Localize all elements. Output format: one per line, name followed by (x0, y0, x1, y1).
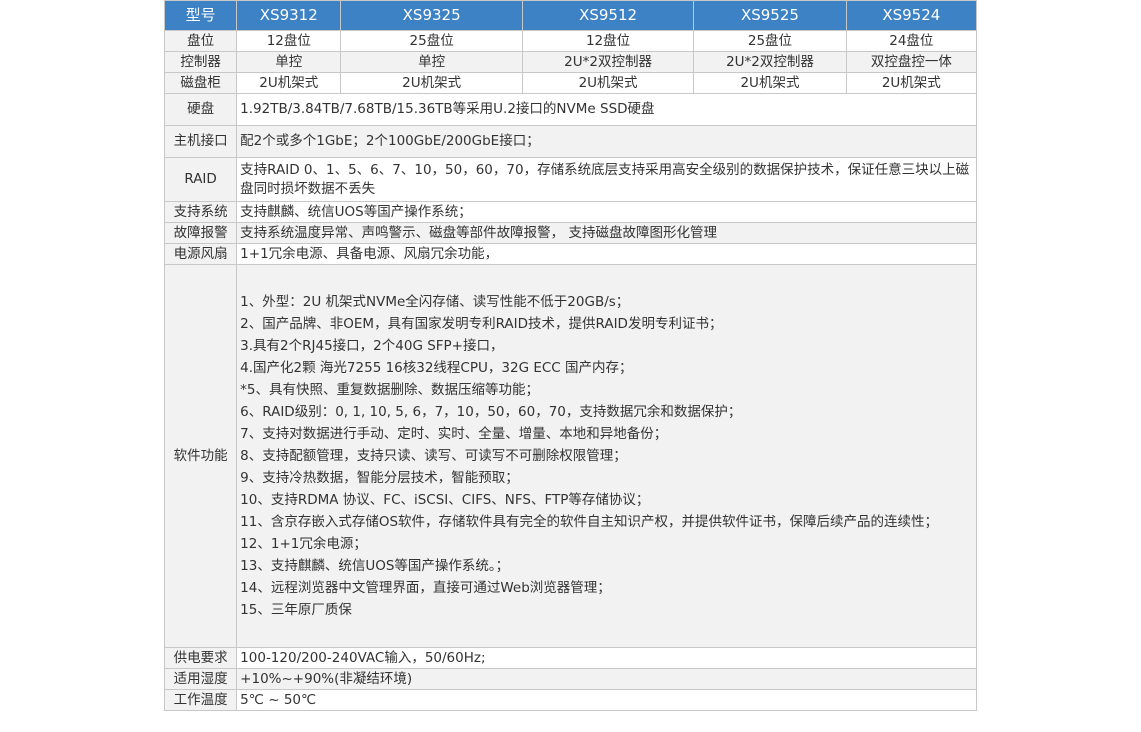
humidity-value: +10%~+90%(非凝结环境) (236, 668, 977, 690)
model-header: XS9525 (693, 0, 847, 31)
disk-value: 1.92TB/3.84TB/7.68TB/15.36TB等采用U.2接口的NVM… (236, 93, 977, 126)
list-item: 3.具有2个RJ45接口，2个40G SFP+接口， (240, 338, 504, 354)
table-cell: 25盘位 (693, 30, 847, 52)
list-item: 8、支持配额管理，支持只读、读写、可读写不可删除权限管理； (240, 448, 627, 464)
software-list: 1、外型：2U 机架式NVMe全闪存储、读写性能不低于20GB/s； 2、国产品… (240, 283, 973, 629)
list-item: 7、支持对数据进行手动、定时、实时、全量、增量、本地和异地备份； (240, 426, 668, 442)
list-item: 12、1+1冗余电源； (240, 536, 367, 552)
row-label: 支持系统 (163, 201, 238, 223)
list-item: 15、三年原厂质保 (240, 602, 352, 618)
os-support-value: 支持麒麟、统信UOS等国产操作系统； (236, 201, 977, 223)
table-row: 软件功能 1、外型：2U 机架式NVMe全闪存储、读写性能不低于20GB/s； … (163, 264, 977, 648)
table-cell: 2U机架式 (521, 72, 695, 94)
row-label: 控制器 (163, 51, 238, 73)
power-supply-value: 100-120/200-240VAC输入，50/60Hz; (236, 647, 977, 669)
temperature-value: 5℃ ~ 50℃ (236, 689, 977, 711)
table-cell: 12盘位 (521, 30, 695, 52)
table-row: RAID 支持RAID 0、1、5、6、7、10，50，60，70，存储系统底层… (163, 157, 977, 202)
table-row: 磁盘柜 2U机架式 2U机架式 2U机架式 2U机架式 2U机架式 (163, 72, 978, 94)
list-item: 13、支持麒麟、统信UOS等国产操作系统。； (240, 558, 510, 574)
model-header: XS9325 (340, 0, 523, 31)
row-label: 适用湿度 (163, 668, 238, 690)
table-row: 工作温度 5℃ ~ 50℃ (163, 689, 977, 711)
host-interface-value: 配2个或多个1GbE；2个100GbE/200GbE接口； (236, 125, 977, 158)
table-row: 供电要求 100-120/200-240VAC输入，50/60Hz; (163, 647, 977, 669)
list-item: 6、RAID级别：0, 1, 10, 5, 6，7，10，50，60，70，支持… (240, 404, 742, 420)
list-item: 11、含京存嵌入式存储OS软件，存储软件具有完全的软件自主知识产权，并提供软件证… (240, 514, 939, 530)
table-cell: 单控 (236, 51, 342, 73)
list-item: 10、支持RDMA 协议、FC、iSCSI、CIFS、NFS、FTP等存储协议； (240, 492, 650, 508)
table-cell: 12盘位 (236, 30, 342, 52)
model-header: XS9512 (521, 0, 695, 31)
row-label: 软件功能 (163, 264, 238, 648)
row-label: 主机接口 (163, 125, 238, 158)
raid-value: 支持RAID 0、1、5、6、7、10，50，60，70，存储系统底层支持采用高… (236, 157, 977, 202)
fault-alarm-value: 支持系统温度异常、声鸣警示、磁盘等部件故障报警， 支持磁盘故障图形化管理 (236, 222, 977, 244)
table-cell: 2U*2双控制器 (693, 51, 847, 73)
row-label: RAID (163, 157, 238, 202)
row-label: 盘位 (163, 30, 238, 52)
row-label: 故障报警 (163, 222, 238, 244)
list-item: 2、国产品牌、非OEM，具有国家发明专利RAID技术，提供RAID发明专利证书； (240, 316, 723, 332)
table-row: 控制器 单控 单控 2U*2双控制器 2U*2双控制器 双控盘控一体 (163, 51, 978, 73)
table-row: 电源风扇 1+1冗余电源、具备电源、风扇冗余功能， (163, 243, 977, 265)
row-label: 硬盘 (163, 93, 238, 126)
table-row: 盘位 12盘位 25盘位 12盘位 25盘位 24盘位 (163, 30, 978, 52)
table-cell: 2U机架式 (236, 72, 342, 94)
row-label: 电源风扇 (163, 243, 238, 265)
table-row: 支持系统 支持麒麟、统信UOS等国产操作系统； (163, 201, 977, 223)
list-item: 4.国产化2颗 海光7255 16核32线程CPU，32G ECC 国产内存； (240, 360, 633, 376)
table-header-row: 型号 XS9312 XS9325 XS9512 XS9525 XS9524 (163, 0, 978, 31)
table-cell: 25盘位 (340, 30, 523, 52)
list-item: *5、具有快照、重复数据删除、数据压缩等功能； (240, 382, 540, 398)
table-row: 适用湿度 +10%~+90%(非凝结环境) (163, 668, 977, 690)
table-row: 硬盘 1.92TB/3.84TB/7.68TB/15.36TB等采用U.2接口的… (163, 93, 977, 126)
row-label: 供电要求 (163, 647, 238, 669)
table-cell: 双控盘控一体 (845, 51, 978, 73)
model-header: XS9312 (236, 0, 342, 31)
table-cell: 2U机架式 (845, 72, 978, 94)
list-item: 14、远程浏览器中文管理界面，直接可通过Web浏览器管理； (240, 580, 611, 596)
table-cell: 2U机架式 (340, 72, 523, 94)
table-cell: 24盘位 (845, 30, 978, 52)
table-row: 故障报警 支持系统温度异常、声鸣警示、磁盘等部件故障报警， 支持磁盘故障图形化管… (163, 222, 977, 244)
list-item: 9、支持冷热数据，智能分层技术，智能预取； (240, 470, 519, 486)
list-item: 1、外型：2U 机架式NVMe全闪存储、读写性能不低于20GB/s； (240, 294, 630, 310)
table-row: 主机接口 配2个或多个1GbE；2个100GbE/200GbE接口； (163, 125, 977, 158)
model-header: XS9524 (845, 0, 978, 31)
spec-table: 型号 XS9312 XS9325 XS9512 XS9525 XS9524 盘位… (163, 0, 978, 711)
row-label: 工作温度 (163, 689, 238, 711)
header-label: 型号 (163, 0, 238, 31)
software-features: 1、外型：2U 机架式NVMe全闪存储、读写性能不低于20GB/s； 2、国产品… (236, 264, 977, 648)
table-cell: 单控 (340, 51, 523, 73)
table-cell: 2U*2双控制器 (521, 51, 695, 73)
power-fan-value: 1+1冗余电源、具备电源、风扇冗余功能， (236, 243, 977, 265)
row-label: 磁盘柜 (163, 72, 238, 94)
table-cell: 2U机架式 (693, 72, 847, 94)
